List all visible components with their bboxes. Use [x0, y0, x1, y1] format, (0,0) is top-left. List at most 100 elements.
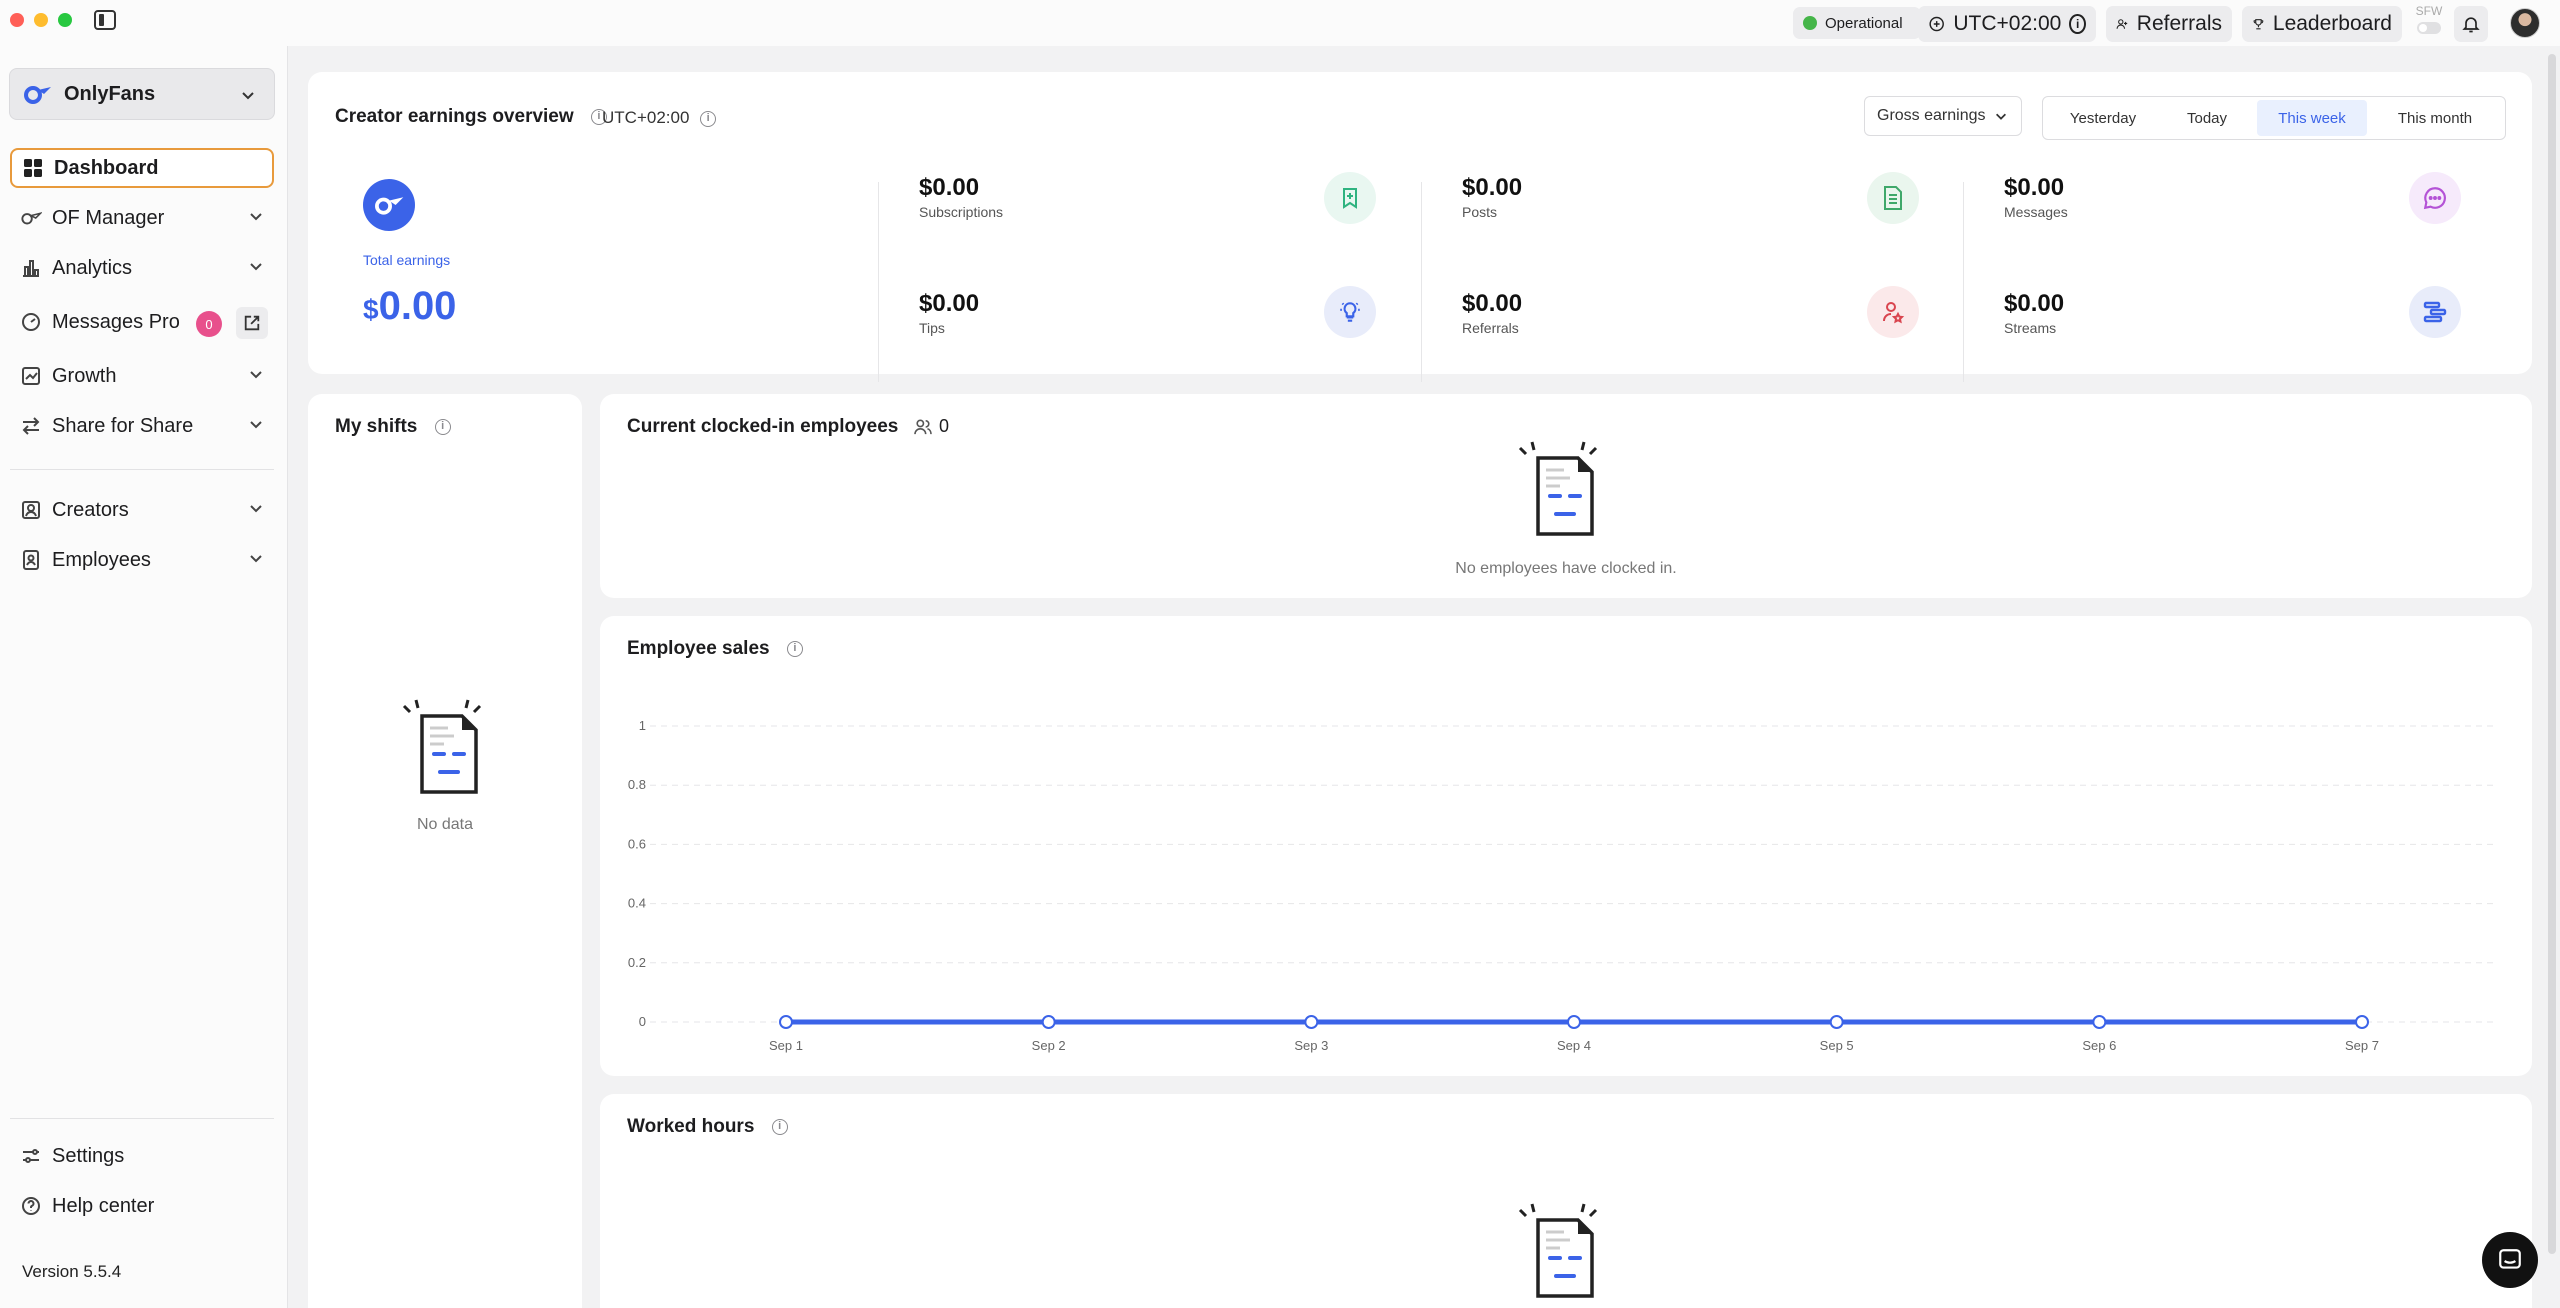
date-range-tabs: Yesterday Today This week This month	[2042, 96, 2506, 140]
earnings-type-dropdown[interactable]: Gross earnings	[1864, 96, 2022, 136]
stat-streams: $0.00 Streams	[2004, 290, 2065, 336]
dropdown-value: Gross earnings	[1877, 107, 1986, 124]
overview-timezone: UTC+02:00 i	[602, 108, 717, 128]
line-chart-icon	[20, 365, 42, 387]
onlyfans-badge-icon	[363, 179, 415, 231]
data-point	[1041, 1015, 1056, 1029]
chevron-down-icon	[250, 263, 262, 271]
scrollbar[interactable]	[2548, 54, 2556, 1254]
total-earnings-value: $0.00	[363, 284, 457, 328]
divider	[1963, 182, 1964, 382]
x-tick-label: Sep 3	[1294, 1038, 1328, 1053]
platform-selector[interactable]: OnlyFans	[9, 68, 275, 120]
sidebar-item-employees[interactable]: Employees	[10, 540, 274, 580]
title-bar: Operational UTC+02:00 i Referrals Leader…	[0, 0, 2560, 46]
chevron-down-icon	[250, 505, 262, 513]
sidebar-divider	[10, 1118, 274, 1119]
sidebar-item-of-manager[interactable]: OF Manager	[10, 198, 274, 238]
timezone-text: UTC+02:00	[1953, 12, 2062, 35]
trophy-icon	[2253, 19, 2264, 30]
sidebar-item-label: Growth	[52, 364, 117, 387]
sidebar-item-settings[interactable]: Settings	[10, 1136, 274, 1176]
empty-state-text: No employees have clocked in.	[1455, 560, 1677, 577]
sidebar-item-label: OF Manager	[52, 206, 165, 229]
employee-sales-card: Employee sales i 0 0.2 0.4 0.6 0.8 1 Sep 1 Sep …	[600, 616, 2532, 1076]
chat-bubble-icon	[2409, 172, 2461, 224]
sidebar-toggle-icon[interactable]	[94, 10, 116, 30]
status-indicator[interactable]: Operational	[1793, 7, 1921, 39]
stat-subscriptions: $0.00 Subscriptions	[919, 174, 1004, 220]
tab-yesterday[interactable]: Yesterday	[2051, 100, 2155, 136]
sidebar-item-help-center[interactable]: Help center	[10, 1186, 274, 1226]
id-badge-icon	[20, 549, 42, 571]
sfw-toggle[interactable]: SFW	[2414, 4, 2444, 40]
minimize-window-button[interactable]	[34, 13, 48, 27]
sidebar-item-analytics[interactable]: Analytics	[10, 248, 274, 288]
chevron-down-icon	[250, 555, 262, 563]
sidebar-item-growth[interactable]: Growth	[10, 356, 274, 396]
globe-clock-icon	[1929, 16, 1944, 32]
bell-icon	[2462, 17, 2480, 33]
sidebar-item-share-for-share[interactable]: Share for Share	[10, 406, 274, 446]
close-window-button[interactable]	[10, 13, 24, 27]
lightbulb-icon	[1324, 286, 1376, 338]
user-square-icon	[20, 499, 42, 521]
leaderboard-label: Leaderboard	[2272, 12, 2392, 35]
external-link-icon	[244, 315, 260, 331]
info-icon[interactable]: i	[700, 110, 717, 127]
data-point	[2092, 1015, 2107, 1029]
status-dot-icon	[1803, 16, 1817, 30]
notifications-button[interactable]	[2454, 6, 2488, 42]
stat-posts: $0.00 Posts	[1462, 174, 1523, 220]
x-tick-label: Sep 5	[1820, 1038, 1854, 1053]
tab-this-month[interactable]: This month	[2373, 100, 2497, 136]
onlyfans-outline-icon	[20, 207, 42, 229]
chevron-down-icon	[242, 92, 254, 100]
earnings-overview-card: Creator earnings overview i UTC+02:00 i …	[308, 72, 2532, 382]
info-icon[interactable]: i	[434, 418, 451, 435]
streams-icon	[2409, 286, 2461, 338]
swap-arrows-icon	[20, 415, 42, 437]
question-circle-icon	[20, 1195, 42, 1217]
open-external-button[interactable]	[236, 307, 268, 339]
user-plus-icon	[2116, 19, 2128, 29]
tab-this-week[interactable]: This week	[2257, 100, 2367, 136]
y-tick-label: 0.2	[628, 955, 646, 970]
data-point	[1829, 1015, 1844, 1029]
worked-hours-card: Worked hours i	[600, 1094, 2532, 1308]
sfw-label: SFW	[2415, 4, 2443, 18]
total-earnings-label: Total earnings	[363, 252, 451, 268]
gauge-icon	[20, 311, 42, 333]
referrals-button[interactable]: Referrals	[2106, 6, 2232, 42]
empty-document-icon	[402, 699, 482, 794]
chevron-down-icon	[250, 371, 262, 379]
sidebar-item-creators[interactable]: Creators	[10, 490, 274, 530]
users-icon	[913, 419, 932, 435]
data-point	[1304, 1015, 1319, 1029]
info-icon[interactable]: i	[771, 1118, 788, 1135]
sidebar-item-label: Help center	[52, 1194, 155, 1217]
y-tick-label: 0	[639, 1014, 646, 1029]
card-title: Worked hours i	[627, 1116, 788, 1138]
sidebar-divider	[10, 469, 274, 470]
onlyfans-logo-icon	[24, 86, 51, 104]
x-tick-label: Sep 1	[769, 1038, 803, 1053]
stat-referrals: $0.00 Referrals	[1462, 290, 1523, 336]
y-tick-label: 1	[639, 718, 646, 733]
platform-name: OnlyFans	[64, 82, 156, 105]
sidebar-item-messages-pro[interactable]: Messages Pro 0	[10, 302, 274, 342]
sidebar-item-dashboard[interactable]: Dashboard	[10, 148, 274, 188]
chevron-down-icon	[250, 421, 262, 429]
leaderboard-button[interactable]: Leaderboard	[2242, 6, 2402, 42]
tab-today[interactable]: Today	[2161, 100, 2253, 136]
grid-icon	[22, 157, 44, 179]
avatar[interactable]	[2510, 8, 2540, 38]
zoom-window-button[interactable]	[58, 13, 72, 27]
divider	[878, 182, 879, 382]
chat-launcher-button[interactable]	[2482, 1232, 2538, 1288]
chevron-down-icon	[1995, 113, 2006, 120]
empty-document-icon	[1518, 1203, 1598, 1298]
data-point	[2355, 1015, 2369, 1029]
timezone-button[interactable]: UTC+02:00 i	[1918, 6, 2096, 42]
chevron-down-icon	[250, 213, 262, 221]
